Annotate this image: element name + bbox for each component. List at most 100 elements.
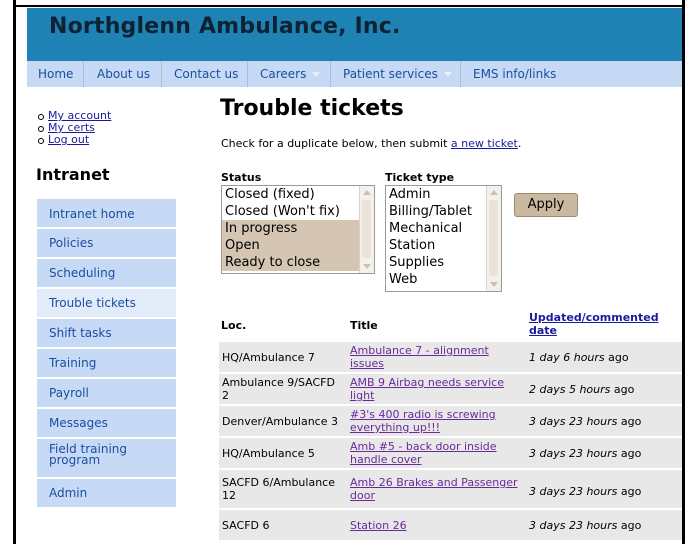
ticket-title-line: Amb 26 Brakes and Passenger [350,476,518,489]
ticket-type-scrollbar[interactable] [486,186,501,291]
table-row: Ambulance 9/SACFD 2 AMB 9 Airbag needs se… [219,374,682,406]
nav-patient-services-label: Patient services [343,67,438,81]
loc-cell: HQ/Ambulance 5 [222,447,315,460]
sidebar-item-messages[interactable]: Messages [37,409,176,439]
column-header-loc: Loc. [221,319,247,332]
status-option-selected[interactable]: In progress [222,220,374,237]
sidebar-item-scheduling[interactable]: Scheduling [37,259,176,289]
ticket-title-line: handle cover [350,453,422,466]
sort-by-date-link[interactable]: Updated/commented [529,311,659,324]
nav-home[interactable]: Home [38,61,73,87]
status-scrollbar[interactable] [359,186,374,273]
nav-ems-info-links-label: EMS info/links [473,67,557,81]
ticket-link[interactable]: AMB 9 Airbag needs service light [350,376,504,402]
sidebar-item-label: Field training program [49,442,127,467]
window-border-left [13,0,16,544]
ticket-type-option[interactable]: Web [386,271,501,288]
status-option-selected[interactable]: Open [222,237,374,254]
nav-about-us[interactable]: About us [97,61,150,87]
loc-cell: HQ/Ambulance 7 [222,351,315,364]
ticket-link[interactable]: Amb 26 Brakes and Passenger door [350,476,518,502]
chevron-down-icon [443,72,452,77]
loc-line: 2 [222,389,229,402]
sidebar-item-label: Messages [49,416,108,430]
sidebar-item-trouble-tickets[interactable]: Trouble tickets [37,289,176,319]
ago-suffix: ago [610,383,635,396]
ticket-type-option[interactable]: Admin [386,186,501,203]
title-cell: Amb 26 Brakes and Passenger door [350,476,518,502]
new-ticket-link[interactable]: a new ticket [451,137,518,150]
updated-duration: 1 day 6 hours [529,351,605,364]
ticket-type-select[interactable]: Admin Billing/Tablet Mechanical Station … [385,185,502,292]
title-cell: #3's 400 radio is screwing everything up!… [350,408,496,434]
nav-about-us-label: About us [97,67,151,81]
intro-prefix: Check for a duplicate below, then submit [221,137,451,150]
scroll-thumb[interactable] [362,200,371,258]
nav-home-label: Home [38,67,74,81]
status-option[interactable]: Closed (fixed) [222,186,374,203]
sidebar-item-admin[interactable]: Admin [37,479,176,509]
nav-ems-info-links[interactable]: EMS info/links [473,61,556,87]
status-filter-label: Status [221,171,262,184]
status-option[interactable]: Closed (Won't fix) [222,203,374,220]
table-row: HQ/Ambulance 5 Amb #5 - back door inside… [219,438,682,470]
ago-suffix: ago [617,485,642,498]
nav-contact-us[interactable]: Contact us [174,61,238,87]
ago-suffix: ago [617,415,642,428]
sidebar-item-label: Policies [49,236,94,250]
date-cell: 1 day 6 hours ago [529,351,629,364]
title-cell: AMB 9 Airbag needs service light [350,376,504,402]
date-cell: 3 days 23 hours ago [529,519,641,532]
scroll-up-icon[interactable] [363,190,371,195]
sidebar-item-payroll[interactable]: Payroll [37,379,176,409]
ticket-type-option[interactable]: Supplies [386,254,501,271]
status-select[interactable]: Closed (fixed) Closed (Won't fix) In pro… [221,185,375,274]
sidebar-item-field-training-program[interactable]: Field training program [37,439,176,479]
nav-patient-services[interactable]: Patient services [343,61,452,87]
sidebar-item-intranet-home[interactable]: Intranet home [37,199,176,229]
chevron-down-icon [312,72,321,77]
nav-separator [83,61,84,87]
ticket-title-line: issues [350,357,384,370]
loc-line: Ambulance 9/SACFD [222,376,335,389]
sidebar-item-policies[interactable]: Policies [37,229,176,259]
loc-cell: Ambulance 9/SACFD 2 [222,376,335,402]
ticket-type-option[interactable]: Billing/Tablet [386,203,501,220]
ticket-type-option[interactable]: Station [386,237,501,254]
log-out-link[interactable]: Log out [48,133,89,146]
sort-by-date-link-line2[interactable]: date [529,324,659,337]
column-header-date[interactable]: Updated/commented date [529,311,659,337]
nav-separator [161,61,162,87]
ago-suffix: ago [604,351,629,364]
sidebar-item-label: Scheduling [49,266,116,280]
apply-button[interactable]: Apply [514,193,578,217]
status-option-selected[interactable]: Ready to close [222,254,374,271]
ticket-type-option[interactable]: Mechanical [386,220,501,237]
ticket-title-line: light [350,389,375,402]
sidebar-item-training[interactable]: Training [37,349,176,379]
ticket-link[interactable]: #3's 400 radio is screwing everything up!… [350,408,496,434]
scroll-down-icon[interactable] [363,264,371,269]
title-cell: Amb #5 - back door inside handle cover [350,440,497,466]
window-border-right [682,0,685,544]
intro-text: Check for a duplicate below, then submit… [221,137,521,150]
ago-suffix: ago [617,447,642,460]
ticket-link[interactable]: Ambulance 7 - alignment issues [350,344,489,370]
nav-careers[interactable]: Careers [260,61,321,87]
scroll-down-icon[interactable] [490,282,498,287]
column-header-title: Title [350,319,378,332]
scroll-up-icon[interactable] [490,190,498,195]
scroll-thumb[interactable] [489,200,498,276]
intro-suffix: . [517,137,522,150]
account-links: My account My certs Log out [38,110,111,146]
date-cell: 3 days 23 hours ago [529,415,641,428]
ticket-title-line: everything up!!! [350,421,441,434]
ticket-title-line: Amb #5 - back door inside [350,440,497,453]
ticket-link[interactable]: Amb #5 - back door inside handle cover [350,440,497,466]
site-title: Northglenn Ambulance, Inc. [49,14,401,39]
sidebar-item-shift-tasks[interactable]: Shift tasks [37,319,176,349]
ago-suffix: ago [617,519,642,532]
ticket-link[interactable]: Station 26 [350,519,407,532]
loc-line: 12 [222,489,236,502]
loc-cell: SACFD 6/Ambulance 12 [222,476,335,502]
